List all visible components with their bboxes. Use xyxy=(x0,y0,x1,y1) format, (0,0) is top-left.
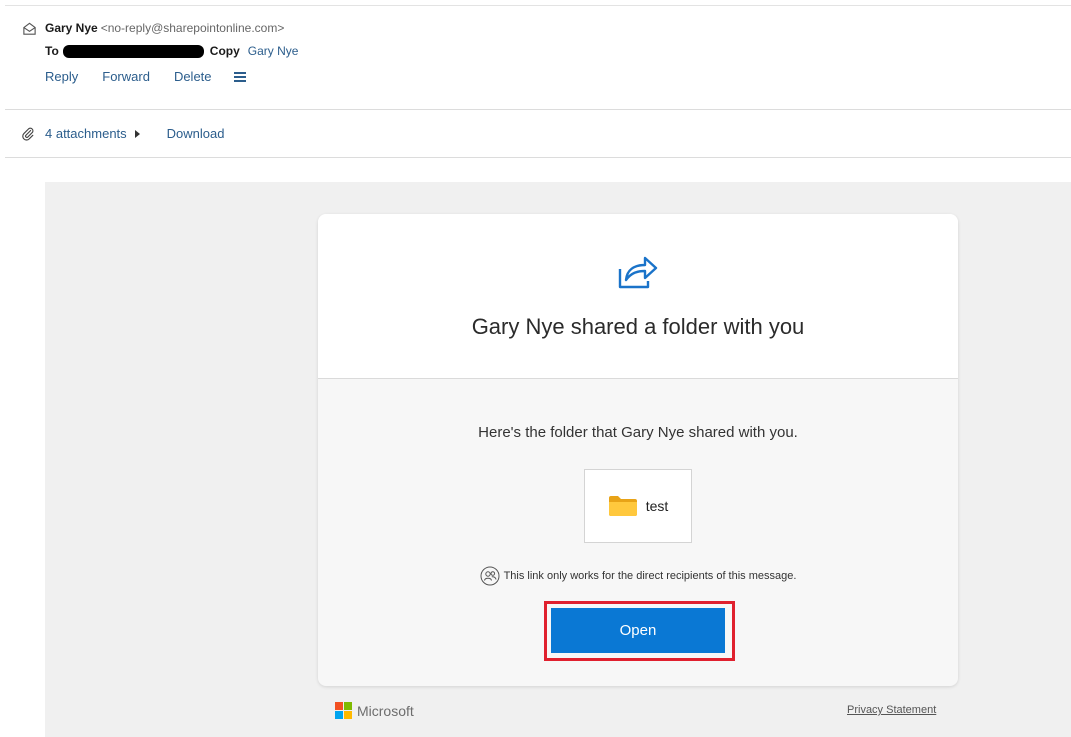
card-header: Gary Nye shared a folder with you xyxy=(318,214,958,379)
download-link[interactable]: Download xyxy=(167,126,225,141)
attachments-link[interactable]: 4 attachments xyxy=(45,126,127,141)
sender-name[interactable]: Gary Nye xyxy=(45,21,98,35)
microsoft-logo: Microsoft xyxy=(335,702,414,719)
attachments-row: 4 attachments Download xyxy=(21,126,224,141)
to-label: To xyxy=(45,44,59,58)
share-title: Gary Nye shared a folder with you xyxy=(471,314,805,339)
sender-email: <no-reply@sharepointonline.com> xyxy=(100,21,285,35)
envelope-open-icon xyxy=(22,21,37,36)
hamburger-menu-icon[interactable] xyxy=(233,71,246,82)
folder-icon xyxy=(608,496,637,516)
recipient-notice: This link only works for the direct reci… xyxy=(318,566,958,586)
share-subtitle: Here's the folder that Gary Nye shared w… xyxy=(478,424,798,441)
forward-button[interactable]: Forward xyxy=(102,69,150,84)
microsoft-wordmark: Microsoft xyxy=(357,702,414,719)
copy-recipient[interactable]: Gary Nye xyxy=(248,44,299,58)
email-actions: Reply Forward Delete xyxy=(45,69,1071,84)
folder-name: test xyxy=(645,498,669,514)
reply-button[interactable]: Reply xyxy=(45,69,78,84)
delete-button[interactable]: Delete xyxy=(174,69,212,84)
email-view: Gary Nye <no-reply@sharepointonline.com>… xyxy=(0,0,1071,737)
share-arrow-icon xyxy=(618,256,658,289)
caret-right-icon[interactable] xyxy=(134,129,140,138)
shared-folder-tile[interactable]: test xyxy=(584,469,692,543)
attachments-divider xyxy=(5,157,1071,158)
from-row: Gary Nye <no-reply@sharepointonline.com> xyxy=(22,19,1071,37)
microsoft-logo-icon xyxy=(335,702,352,719)
recipients-row: To Copy Gary Nye xyxy=(45,42,1071,60)
copy-label: Copy xyxy=(209,44,240,58)
paperclip-icon xyxy=(21,127,35,141)
open-button[interactable]: Open xyxy=(551,608,725,653)
privacy-statement-link[interactable]: Privacy Statement xyxy=(847,704,936,716)
header-divider xyxy=(5,109,1071,110)
top-divider xyxy=(5,5,1071,6)
email-header: Gary Nye <no-reply@sharepointonline.com>… xyxy=(22,19,1071,84)
notice-text: This link only works for the direct reci… xyxy=(503,570,797,582)
share-card: Gary Nye shared a folder with you Here's… xyxy=(318,214,958,686)
redacted-recipient xyxy=(62,44,204,58)
people-icon xyxy=(480,566,500,586)
